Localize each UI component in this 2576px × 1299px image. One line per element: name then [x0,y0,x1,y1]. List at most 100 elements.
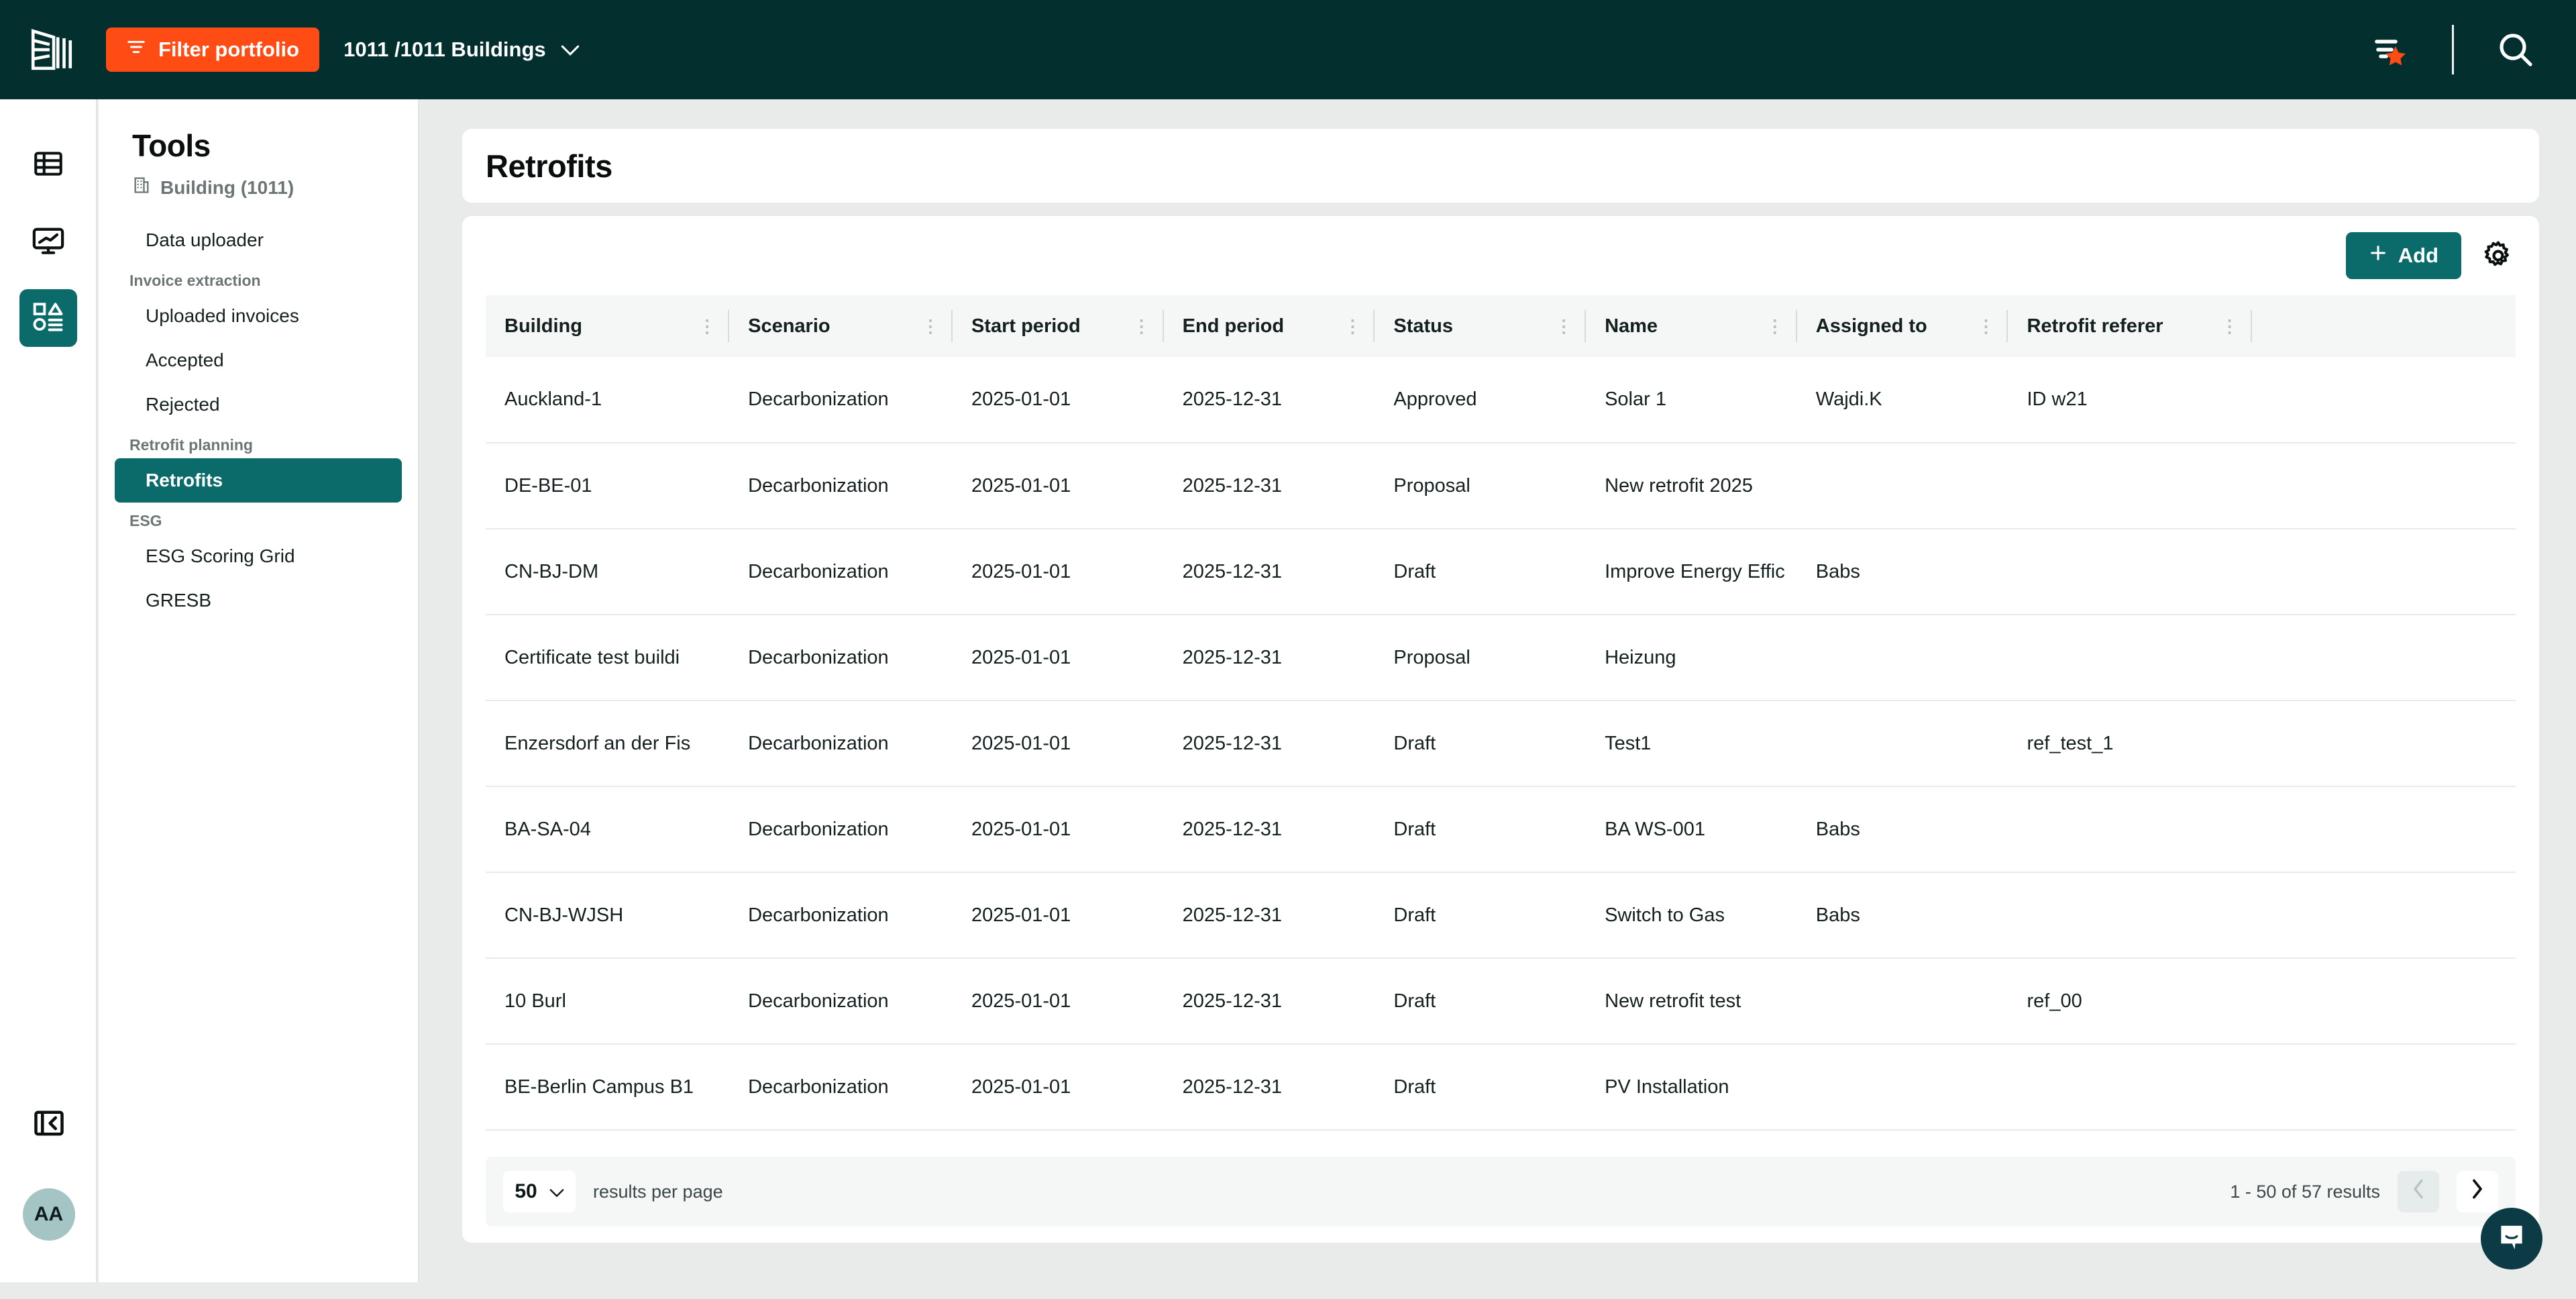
table-cell: BA-SA-04 [486,786,730,873]
chat-bubble-icon [2495,1220,2528,1257]
filter-star-icon[interactable] [2369,28,2412,71]
column-menu-icon[interactable]: ⋮ [1555,317,1572,335]
plus-icon [2369,244,2387,268]
column-header[interactable]: End period ⋮ [1163,295,1375,357]
table-cell: Babs [1796,872,2008,959]
search-icon[interactable] [2494,28,2537,71]
column-header[interactable]: Status ⋮ [1375,295,1587,357]
icon-rail: AA [0,99,97,1282]
results-count-text: 1 - 50 of 57 results [2230,1181,2380,1202]
table-cell-spacer [2251,443,2516,529]
table-row[interactable]: Auckland-1 Decarbonization 2025-01-01 2025-… [486,357,2516,444]
table-row[interactable]: DE-BE-01 Decarbonization 2025-01-01 2025-12… [486,443,2516,529]
building-logo-icon[interactable] [27,25,76,74]
table-cell: Decarbonization [729,529,953,615]
table-cell: 2025-01-01 [952,443,1164,529]
table-row[interactable]: 10 Burl Decarbonization 2025-01-01 2025-12-… [486,958,2516,1045]
toolbar-divider [2452,25,2454,74]
tools-nav: Data uploader Invoice extraction Uploaded … [99,218,418,623]
chat-bubble-button[interactable] [2481,1208,2542,1269]
table-cell: Test1 [1586,700,1797,787]
retrofits-table-card: Add Building ⋮ Scenario ⋮ Start period ⋮ End p… [462,216,2539,1243]
chevron-right-icon [2470,1179,2485,1204]
sidebar-item-accepted[interactable]: Accepted [115,338,402,382]
table-cell: CN-BJ-DM [486,529,730,615]
sidebar-item-retrofits[interactable]: Retrofits [115,458,402,503]
table-cell: 2025-01-01 [952,529,1164,615]
sidebar-item-gresb[interactable]: GRESB [115,578,402,623]
column-header-label: Scenario [748,315,830,337]
chevron-left-icon [2411,1179,2426,1204]
rail-item-dashboard[interactable] [19,213,77,270]
nav-group-label: ESG [129,512,162,529]
column-menu-icon[interactable]: ⋮ [1133,317,1150,335]
table-cell: 2025-12-31 [1163,786,1375,873]
table-row[interactable]: CN-BJ-WJSH Decarbonization 2025-01-01 2025-… [486,872,2516,959]
column-header[interactable]: Retrofit referer ⋮ [2008,295,2252,357]
table-cell: Auckland-1 [486,357,730,444]
retrofits-table: Building ⋮ Scenario ⋮ Start period ⋮ End perio… [486,295,2516,1131]
gear-icon[interactable] [2479,236,2518,275]
column-menu-icon[interactable]: ⋮ [922,317,939,335]
table-cell: 2025-12-31 [1163,872,1375,959]
column-header-spacer [2251,295,2516,357]
portfolio-selector[interactable]: 1011 /1011 Buildings [343,38,580,62]
page-title: Retrofits [486,148,612,184]
column-header[interactable]: Start period ⋮ [952,295,1164,357]
add-button[interactable]: Add [2345,232,2461,279]
table-cell-spacer [2251,357,2516,444]
column-header[interactable]: Name ⋮ [1586,295,1797,357]
table-row[interactable]: BA-SA-04 Decarbonization 2025-01-01 2025-12… [486,786,2516,873]
rail-item-tools[interactable] [19,289,77,347]
column-menu-icon[interactable]: ⋮ [1344,317,1361,335]
table-cell: 2025-01-01 [952,357,1164,444]
table-cell: BE-Berlin Campus B1 [486,1044,730,1131]
table-cell: 2025-12-31 [1163,700,1375,787]
table-cell: Switch to Gas [1586,872,1797,959]
table-cell: Decarbonization [729,357,953,444]
column-menu-icon[interactable]: ⋮ [1766,317,1784,335]
pagination-prev-button[interactable] [2398,1171,2439,1212]
table-cell: Decarbonization [729,958,953,1045]
column-menu-icon[interactable]: ⋮ [698,317,716,335]
filter-portfolio-button[interactable]: Filter portfolio [106,28,320,72]
table-cell: Decarbonization [729,786,953,873]
building-icon [132,176,151,199]
nav-group-label: Invoice extraction [129,272,261,289]
table-cell: Draft [1375,529,1587,615]
results-per-page-select[interactable]: 50 [503,1171,576,1212]
sidebar-item-uploaded-invoices[interactable]: Uploaded invoices [115,294,402,338]
table-cell: Heizung [1586,615,1797,701]
table-cell: 10 Burl [486,958,730,1045]
table-row[interactable]: BE-Berlin Campus B1 Decarbonization 2025-0… [486,1044,2516,1131]
table-cell: DE-BE-01 [486,443,730,529]
column-menu-icon[interactable]: ⋮ [2221,317,2239,335]
column-menu-icon[interactable]: ⋮ [1977,317,1994,335]
sidebar-item-rejected[interactable]: Rejected [115,382,402,427]
table-cell: Decarbonization [729,1044,953,1131]
table-cell-spacer [2251,958,2516,1045]
topbar-actions [2369,25,2576,74]
sidebar-item-data-uploader[interactable]: Data uploader [115,218,402,262]
table-cell: 2025-12-31 [1163,958,1375,1045]
pagination-next-button[interactable] [2457,1171,2498,1212]
avatar[interactable]: AA [22,1188,75,1241]
sidebar-item-esg-scoring-grid[interactable]: ESG Scoring Grid [115,534,402,578]
table-row[interactable]: CN-BJ-DM Decarbonization 2025-01-01 2025-12… [486,529,2516,615]
rail-item-table[interactable] [19,136,77,194]
column-header-label: Building [504,315,582,337]
table-row[interactable]: Certificate test buildi Decarbonization 20… [486,615,2516,701]
column-header[interactable]: Assigned to ⋮ [1796,295,2008,357]
table-cell: Solar 1 [1586,357,1797,444]
column-header-label: End period [1182,315,1285,337]
panel-collapse-left-icon[interactable] [25,1100,72,1147]
column-header[interactable]: Scenario ⋮ [729,295,953,357]
top-bar: Filter portfolio 1011 /1011 Buildings [0,0,2576,99]
column-header[interactable]: Building ⋮ [486,295,730,357]
table-cell: ref_00 [2008,958,2252,1045]
portfolio-selector-label: 1011 /1011 Buildings [343,38,546,61]
table-cell: Draft [1375,1044,1587,1131]
column-header-label: Status [1393,315,1454,337]
table-row[interactable]: Enzersdorf an der Fis Decarbonization 2025… [486,700,2516,787]
table-cell: 2025-12-31 [1163,443,1375,529]
